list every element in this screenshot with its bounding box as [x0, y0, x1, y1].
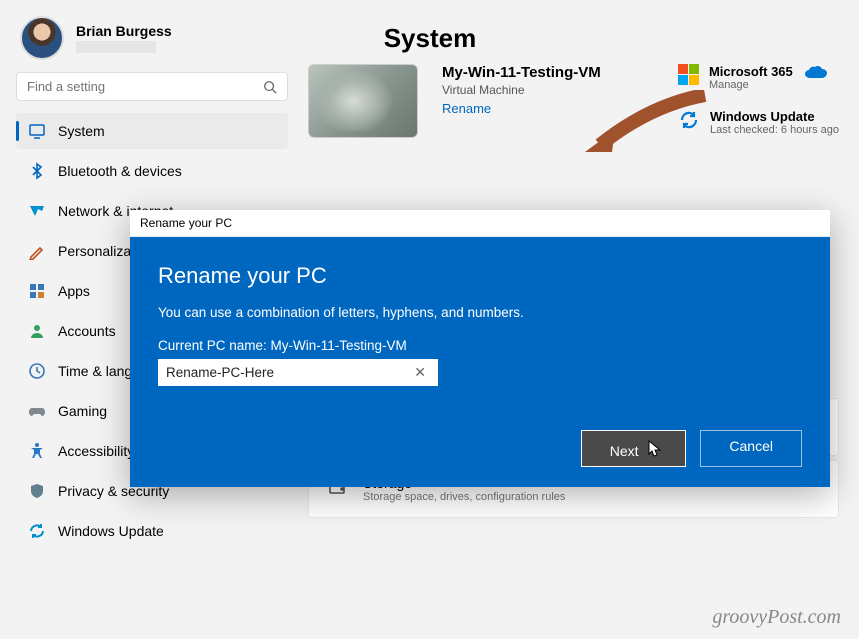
rename-link[interactable]: Rename: [442, 101, 601, 116]
search-box[interactable]: [16, 72, 288, 101]
bluetooth-icon: [28, 162, 46, 180]
sidebar-item-bluetooth[interactable]: Bluetooth & devices: [16, 153, 288, 189]
accessibility-icon: [28, 442, 46, 460]
pc-subtitle: Virtual Machine: [442, 83, 601, 97]
card-title: Microsoft 365: [709, 64, 793, 79]
nav-label: Accessibility: [58, 443, 134, 459]
network-icon: [28, 202, 46, 220]
pc-name-input[interactable]: [166, 365, 410, 380]
microsoft-logo-icon: [678, 64, 699, 85]
card-sub: Manage: [709, 79, 793, 91]
nav-label: System: [58, 123, 105, 139]
nav-label: Apps: [58, 283, 90, 299]
dialog-current-name: Current PC name: My-Win-11-Testing-VM: [158, 338, 802, 353]
search-input[interactable]: [27, 79, 263, 94]
avatar[interactable]: [20, 16, 64, 60]
next-label: Next: [610, 443, 639, 459]
header: Brian Burgess System: [8, 8, 851, 64]
apps-icon: [28, 282, 46, 300]
card-title: Windows Update: [710, 109, 839, 124]
page-title: System: [384, 23, 477, 54]
nav-label: Gaming: [58, 403, 107, 419]
sidebar-item-system[interactable]: System: [16, 113, 288, 149]
pc-thumbnail: [308, 64, 418, 138]
windows-update-icon: [28, 522, 46, 540]
card-sub: Last checked: 6 hours ago: [710, 124, 839, 136]
dialog-titlebar: Rename your PC: [130, 210, 830, 237]
next-button[interactable]: Next: [581, 430, 687, 467]
onedrive-icon: [803, 64, 829, 82]
watermark: groovyPost.com: [712, 606, 841, 629]
user-name: Brian Burgess: [76, 23, 172, 39]
windows-update-card[interactable]: Windows Update Last checked: 6 hours ago: [678, 109, 839, 136]
row-sub: Storage space, drives, configuration rul…: [363, 491, 565, 503]
shield-icon: [28, 482, 46, 500]
sync-icon: [678, 109, 700, 131]
system-icon: [28, 122, 46, 140]
cursor-icon: [648, 440, 663, 458]
accounts-icon: [28, 322, 46, 340]
cancel-button[interactable]: Cancel: [700, 430, 802, 467]
pc-name: My-Win-11-Testing-VM: [442, 64, 601, 81]
nav-label: Windows Update: [58, 523, 164, 539]
pc-name-field[interactable]: ✕: [158, 359, 438, 386]
rename-pc-dialog: Rename your PC Rename your PC You can us…: [130, 210, 830, 487]
gaming-icon: [28, 402, 46, 420]
microsoft-365-card[interactable]: Microsoft 365 Manage: [678, 64, 839, 91]
nav-label: Bluetooth & devices: [58, 163, 182, 179]
sidebar-item-windows-update[interactable]: Windows Update: [16, 513, 288, 549]
user-email: [76, 41, 156, 53]
nav-label: Accounts: [58, 323, 116, 339]
time-icon: [28, 362, 46, 380]
personalization-icon: [28, 242, 46, 260]
clear-input-button[interactable]: ✕: [410, 364, 430, 381]
dialog-heading: Rename your PC: [158, 263, 802, 289]
search-icon: [263, 80, 277, 94]
dialog-description: You can use a combination of letters, hy…: [158, 305, 802, 320]
